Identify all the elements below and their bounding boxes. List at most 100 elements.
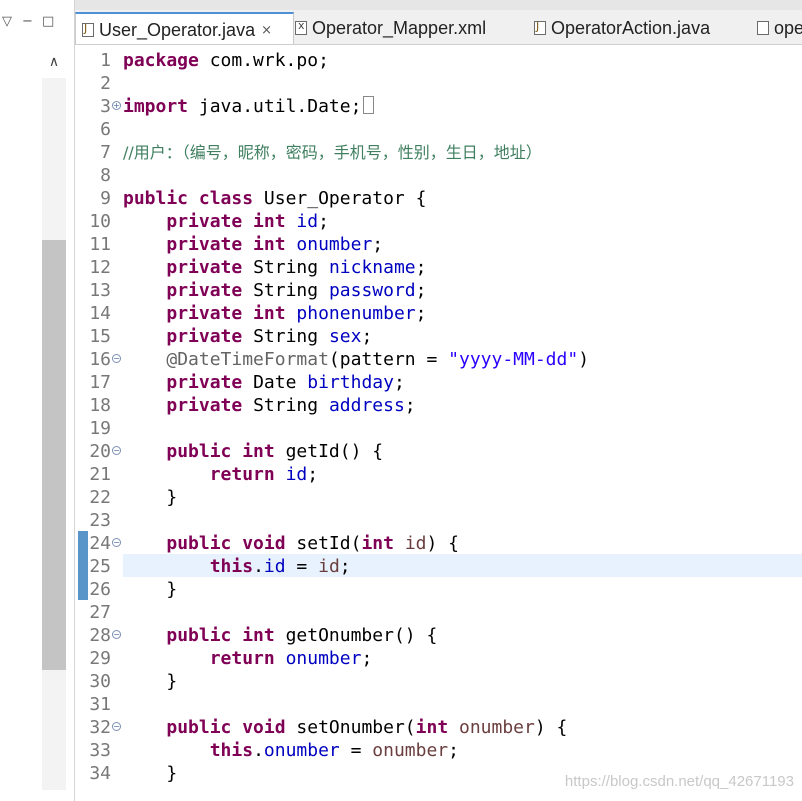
scrollbar-thumb[interactable] — [42, 240, 66, 670]
collapsed-imports-icon[interactable] — [363, 96, 375, 114]
code-line[interactable]: 23 — [75, 509, 802, 532]
code-token: onumber — [459, 717, 535, 738]
code-text: } — [123, 762, 177, 785]
line-number: 30 — [89, 671, 111, 692]
code-line[interactable]: 22 } — [75, 486, 802, 509]
code-line[interactable]: 18 private String address; — [75, 394, 802, 417]
code-token: onumber — [285, 648, 362, 669]
code-line[interactable]: 20− public int getId() { — [75, 440, 802, 463]
tab-operator-action-java[interactable]: OperatorAction.java — [528, 12, 754, 44]
toolbar-strip — [75, 0, 802, 10]
code-line[interactable]: 25 this.id = id; — [75, 555, 802, 578]
code-line[interactable]: 10 private int id; — [75, 210, 802, 233]
tab-operator-mapper-xml[interactable]: Operator_Mapper.xml — [289, 12, 531, 44]
code-token: ) — [578, 349, 590, 370]
code-token: ; — [415, 257, 427, 278]
code-line[interactable]: 17 private Date birthday; — [75, 371, 802, 394]
code-token: ; — [448, 740, 459, 761]
code-line[interactable]: 16− @DateTimeFormat(pattern = "yyyy-MM-d… — [75, 348, 802, 371]
line-number: 8 — [100, 165, 111, 186]
code-token: = — [339, 740, 373, 761]
editor-tab-bar: User_Operator.java × Operator_Mapper.xml… — [75, 0, 802, 45]
code-token: id — [318, 556, 340, 577]
code-token: this — [209, 740, 254, 761]
tab-ope[interactable]: ope — [751, 12, 802, 44]
code-token: ; — [415, 303, 427, 324]
code-token: public class — [123, 188, 254, 209]
line-number: 27 — [89, 602, 111, 623]
code-line[interactable]: 21 return id; — [75, 463, 802, 486]
minimize-icon[interactable]: − — [22, 14, 33, 30]
code-editor[interactable]: 1 package com.wrk.po; 2 3 + import java.util.… — [75, 45, 802, 801]
code-line[interactable]: 19 — [75, 417, 802, 440]
code-line[interactable]: 6 — [75, 118, 802, 141]
view-menu-icon[interactable]: ▽ — [2, 14, 12, 30]
collapse-fold-icon[interactable]: − — [112, 446, 121, 455]
code-token: private — [166, 372, 243, 393]
collapse-fold-icon[interactable]: − — [112, 722, 121, 731]
code-token: return — [209, 464, 275, 485]
code-line[interactable]: 32− public void setOnumber(int onumber) … — [75, 716, 802, 739]
maximize-icon[interactable]: □ — [42, 14, 54, 30]
code-text: private int onumber; — [123, 233, 383, 256]
code-text: public void setId(int id) { — [123, 532, 459, 555]
code-line[interactable]: 24− public void setId(int id) { — [75, 532, 802, 555]
code-line[interactable]: 14 private int phonenumber; — [75, 302, 802, 325]
code-line[interactable]: 13 private String password; — [75, 279, 802, 302]
code-text: public void setOnumber(int onumber) { — [123, 716, 567, 739]
code-line[interactable]: 12 private String nickname; — [75, 256, 802, 279]
code-token: public void — [166, 533, 286, 554]
expand-fold-icon[interactable]: + — [112, 101, 121, 110]
code-token: getOnumber() { — [285, 625, 438, 646]
code-text: public class User_Operator { — [123, 187, 426, 210]
line-number: 9 — [100, 188, 111, 209]
line-number: 17 — [89, 372, 111, 393]
code-line[interactable]: 11 private int onumber; — [75, 233, 802, 256]
code-text: //用户：（编号，昵称，密码，手机号，性别，生日，地址） — [123, 141, 542, 164]
code-line[interactable]: 27 — [75, 601, 802, 624]
code-line[interactable]: 1 package com.wrk.po; — [75, 49, 802, 72]
code-text: } — [123, 670, 177, 693]
code-line[interactable]: 31 — [75, 693, 802, 716]
close-tab-icon[interactable]: × — [261, 23, 272, 38]
line-number: 1 — [100, 50, 111, 71]
line-number: 34 — [89, 763, 111, 784]
code-line[interactable]: 30 } — [75, 670, 802, 693]
tab-user-operator-java[interactable]: User_Operator.java × — [75, 12, 294, 44]
code-text: return onumber; — [123, 647, 373, 670]
code-token: return — [209, 648, 275, 669]
line-number: 31 — [89, 694, 111, 715]
code-token: phonenumber — [296, 303, 416, 324]
code-line[interactable]: 33 this.onumber = onumber; — [75, 739, 802, 762]
collapse-fold-icon[interactable]: − — [112, 630, 121, 639]
code-text: package com.wrk.po; — [123, 49, 329, 72]
code-line[interactable]: 15 private String sex; — [75, 325, 802, 348]
code-line[interactable]: 3 + import java.util.Date; — [75, 95, 802, 118]
scroll-up-icon[interactable]: ∧ — [44, 54, 64, 72]
code-text: private String password; — [123, 279, 426, 302]
code-token: @DateTimeFormat — [166, 349, 329, 370]
collapse-fold-icon[interactable]: − — [112, 354, 121, 363]
code-line[interactable]: 28− public int getOnumber() { — [75, 624, 802, 647]
code-line[interactable]: 7 //用户：（编号，昵称，密码，手机号，性别，生日，地址） — [75, 141, 802, 164]
code-token: (pattern = — [328, 349, 449, 370]
tab-label: User_Operator.java — [99, 19, 256, 40]
code-token: import — [123, 96, 189, 117]
code-line[interactable]: 29 return onumber; — [75, 647, 802, 670]
line-number: 7 — [100, 142, 111, 163]
collapse-fold-icon[interactable]: − — [112, 538, 121, 547]
code-line[interactable]: 26 } — [75, 578, 802, 601]
code-token: String — [253, 280, 319, 301]
code-line[interactable]: 8 — [75, 164, 802, 187]
line-number: 3 — [100, 96, 111, 117]
code-line[interactable]: 2 — [75, 72, 802, 95]
code-line[interactable]: 9 public class User_Operator { — [75, 187, 802, 210]
watermark: https://blog.csdn.net/qq_42671193 — [564, 773, 794, 790]
